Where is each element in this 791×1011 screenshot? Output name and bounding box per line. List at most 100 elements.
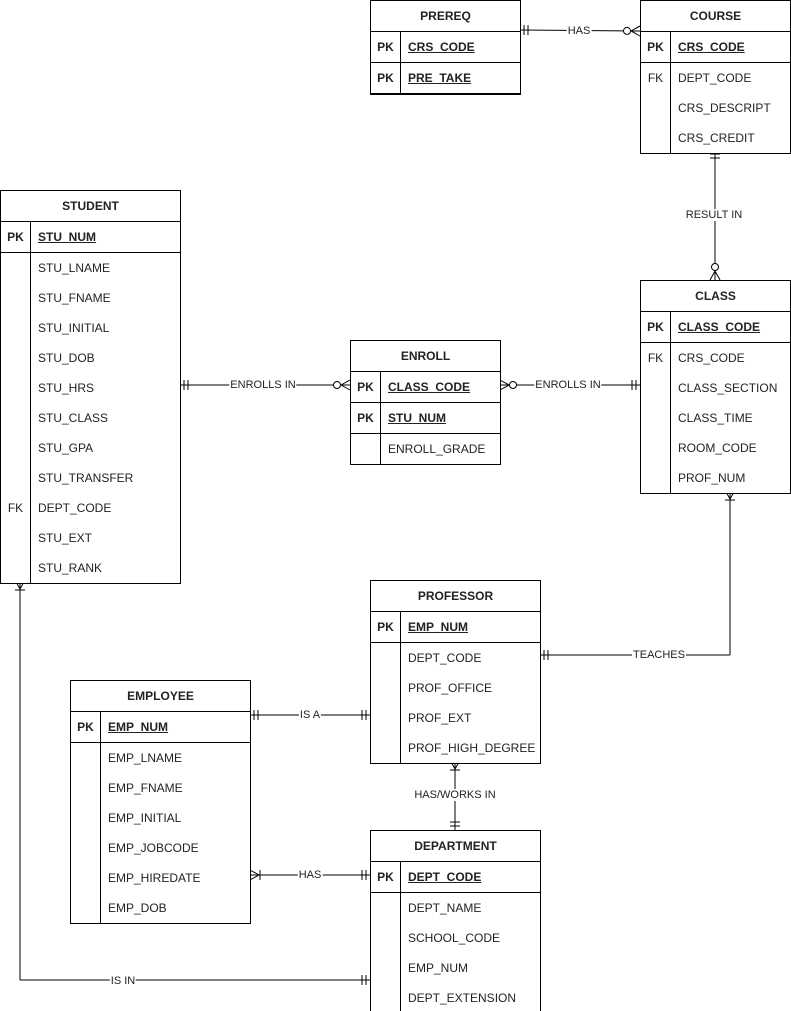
entity-title: STUDENT	[1, 191, 180, 222]
entity-title: EMPLOYEE	[71, 681, 250, 712]
attribute-name: STU_CLASS	[38, 411, 109, 425]
entity-title: DEPARTMENT	[371, 831, 540, 862]
key-type: PK	[351, 372, 381, 402]
attribute-row: SCHOOL_CODE	[371, 923, 540, 953]
attribute-row: PK PRE_TAKE	[371, 63, 520, 94]
relationship-label: HAS	[566, 25, 592, 37]
entity-enroll[interactable]: ENROLL PK CLASS_CODE PK STU_NUM ENROLL_GRADE	[350, 340, 501, 465]
attribute-row: EMP_LNAME	[71, 743, 250, 773]
attribute-name: DEPT_NAME	[408, 901, 482, 915]
crow-foot	[340, 379, 351, 386]
attribute-row: ENROLL_GRADE	[351, 434, 500, 464]
key-type	[1, 283, 31, 313]
attribute-name: ROOM_CODE	[678, 441, 757, 455]
key-type	[371, 673, 401, 703]
attribute-name: EMP_LNAME	[108, 751, 183, 765]
attribute-row: STU_TRANSFER	[1, 463, 180, 493]
key-type	[371, 983, 401, 1011]
key-type	[641, 403, 671, 433]
entity-student[interactable]: STUDENT PK STU_NUM STU_LNAME STU_FNAME STU_IN…	[0, 190, 181, 584]
attribute-name: EMP_NUM	[408, 620, 469, 634]
key-type: PK	[641, 312, 671, 342]
attribute-name: EMP_INITIAL	[108, 811, 182, 825]
relationship-label: IS A	[298, 709, 322, 721]
key-type	[351, 434, 381, 464]
key-type: PK	[351, 403, 381, 433]
attribute-row: DEPT_CODE	[371, 643, 540, 673]
relationship-label: IS IN	[109, 975, 137, 987]
key-type: PK	[371, 32, 401, 62]
attribute-name: SCHOOL_CODE	[408, 931, 501, 945]
attribute-name: CRS_DESCRIPT	[678, 101, 771, 115]
key-type	[1, 313, 31, 343]
entity-employee[interactable]: EMPLOYEE PK EMP_NUM EMP_LNAME EMP_FNAME EMP_I…	[70, 680, 251, 924]
key-type	[1, 433, 31, 463]
key-type	[371, 923, 401, 953]
attribute-name: STU_GPA	[38, 441, 94, 455]
attribute-row: DEPT_NAME	[371, 893, 540, 923]
attribute-name: PROF_HIGH_DEGREE	[408, 741, 536, 755]
attribute-row: STU_DOB	[1, 343, 180, 373]
relationship-label: TEACHES	[632, 649, 686, 661]
attribute-row: PROF_HIGH_DEGREE	[371, 733, 540, 763]
key-type	[71, 773, 101, 803]
attribute-name: STU_FNAME	[38, 291, 111, 305]
attribute-name: EMP_NUM	[108, 720, 169, 734]
attribute-row: EMP_HIREDATE	[71, 863, 250, 893]
attribute-row: PROF_EXT	[371, 703, 540, 733]
zero-marker	[509, 381, 517, 389]
attribute-name: STU_EXT	[38, 531, 93, 545]
attribute-name: ENROLL_GRADE	[388, 442, 486, 456]
attribute-row: PK CRS_CODE	[371, 32, 520, 63]
attribute-row: CLASS_TIME	[641, 403, 790, 433]
attribute-row: PK STU_NUM	[351, 403, 500, 434]
attribute-name: STU_LNAME	[38, 261, 111, 275]
crow-foot	[630, 30, 641, 37]
er-diagram: PREREQ PK CRS_CODE PK PRE_TAKE COURSE PK CRS_CO…	[0, 0, 791, 1011]
entity-course[interactable]: COURSE PK CRS_CODE FK DEPT_CODE CRS_DESCRIPT C…	[640, 0, 791, 154]
attribute-row: CRS_DESCRIPT	[641, 93, 790, 123]
attribute-name: CRS_CODE	[408, 40, 475, 54]
attribute-name: DEPT_EXTENSION	[408, 991, 517, 1005]
entity-professor[interactable]: PROFESSOR PK EMP_NUM DEPT_CODE PROF_OFFICE PR…	[370, 580, 541, 764]
crow-foot	[499, 384, 510, 391]
crow-foot	[340, 384, 351, 391]
key-type	[371, 703, 401, 733]
attribute-row: FK CRS_CODE	[641, 343, 790, 373]
relationship-label: HAS	[297, 869, 323, 881]
entity-class[interactable]: CLASS PK CLASS_CODE FK CRS_CODE CLASS_SECTION…	[640, 280, 791, 494]
key-type	[71, 743, 101, 773]
attribute-name: EMP_JOBCODE	[108, 841, 199, 855]
key-type: PK	[371, 612, 401, 642]
key-type: PK	[1, 222, 31, 252]
key-type	[1, 523, 31, 553]
attribute-row: PROF_NUM	[641, 463, 790, 493]
entity-department[interactable]: DEPARTMENT PK DEPT_CODE DEPT_NAME SCHOOL_COD…	[370, 830, 541, 1011]
attribute-row: STU_CLASS	[1, 403, 180, 433]
attribute-row: PROF_OFFICE	[371, 673, 540, 703]
key-type	[1, 343, 31, 373]
attribute-row: CRS_CREDIT	[641, 123, 790, 153]
attribute-row: EMP_FNAME	[71, 773, 250, 803]
entity-title: CLASS	[641, 281, 790, 312]
key-type	[1, 403, 31, 433]
relationship-label: HAS/WORKS IN	[413, 789, 497, 801]
key-type	[1, 373, 31, 403]
attribute-name: DEPT_CODE	[408, 651, 482, 665]
attribute-name: EMP_FNAME	[108, 781, 183, 795]
attribute-name: PROF_NUM	[678, 471, 746, 485]
attribute-row: PK CLASS_CODE	[351, 372, 500, 403]
key-type: PK	[641, 32, 671, 62]
crow-foot	[499, 379, 510, 386]
attribute-row: PK EMP_NUM	[371, 612, 540, 643]
attribute-row: CLASS_SECTION	[641, 373, 790, 403]
attribute-row: FK DEPT_CODE	[641, 63, 790, 93]
relationship-label: RESULT IN	[684, 209, 744, 221]
attribute-row: STU_HRS	[1, 373, 180, 403]
entity-prereq[interactable]: PREREQ PK CRS_CODE PK PRE_TAKE	[370, 0, 521, 95]
key-type: PK	[371, 862, 401, 892]
attribute-name: DEPT_CODE	[678, 71, 752, 85]
key-type	[371, 643, 401, 673]
key-type	[641, 433, 671, 463]
attribute-name: CLASS_CODE	[678, 320, 761, 334]
